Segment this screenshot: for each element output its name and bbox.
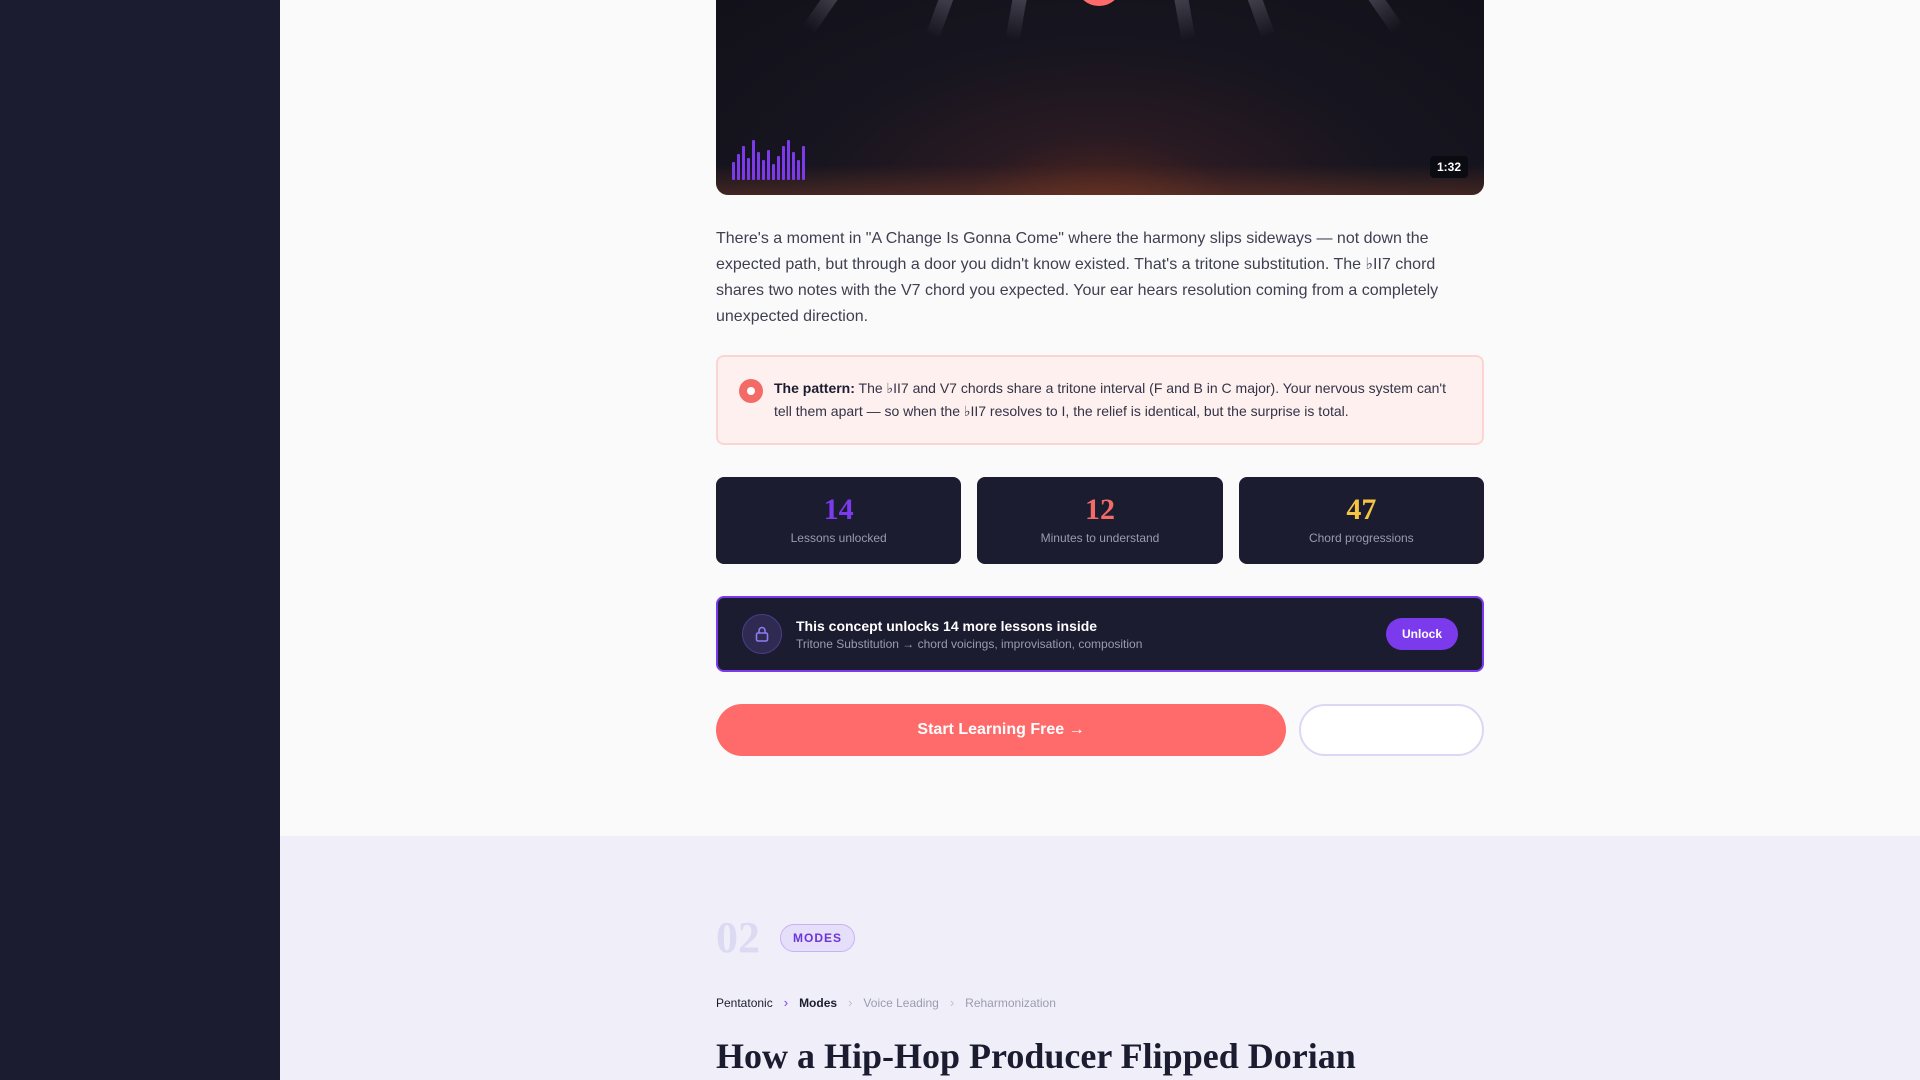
waveform-bar <box>767 150 770 180</box>
stat-card-progressions: 47 Chord progressions <box>1238 477 1484 564</box>
pattern-callout: The pattern: The ♭II7 and V7 chords shar… <box>716 355 1484 445</box>
waveform-bar <box>792 152 795 180</box>
waveform-bar <box>742 146 745 180</box>
waveform-bar <box>752 140 755 180</box>
chevron-right-icon: › <box>848 995 853 1010</box>
stat-label: Lessons unlocked <box>790 531 887 545</box>
stage-glow <box>716 165 1484 195</box>
stage-light-beam <box>1241 0 1276 39</box>
chevron-right-icon: › <box>783 995 789 1010</box>
waveform-bar <box>757 152 760 180</box>
callout-body: The ♭II7 and V7 chords share a tritone i… <box>774 380 1446 419</box>
waveform-bar <box>747 158 750 180</box>
section-number: 02 <box>716 913 760 962</box>
stat-value: 14 <box>823 493 854 526</box>
breadcrumb-item-pentatonic[interactable]: Pentatonic <box>716 996 773 1010</box>
waveform-bar <box>802 146 805 180</box>
stat-card-minutes: 12 Minutes to understand <box>977 477 1223 564</box>
cta-row: Start Learning Free → <box>716 704 1484 756</box>
section-badge: MODES <box>780 924 856 952</box>
waveform-bar <box>737 154 740 180</box>
chevron-right-icon: › <box>949 995 955 1010</box>
secondary-cta-button[interactable] <box>1299 704 1484 756</box>
waveform-bar <box>732 162 735 180</box>
section-title: How a Hip-Hop Producer Flipped Dorian <box>716 1036 1356 1076</box>
stage-light-beam <box>925 0 960 39</box>
unlock-banner: This concept unlocks 14 more lessons ins… <box>716 596 1484 672</box>
info-icon <box>739 379 763 403</box>
sidebar <box>0 0 280 1080</box>
start-learning-button[interactable]: Start Learning Free → <box>716 704 1286 756</box>
waveform-bar <box>787 140 790 180</box>
stat-label: Chord progressions <box>1308 531 1414 545</box>
waveform-bar <box>797 160 800 180</box>
video-duration: 1:32 <box>1429 156 1468 178</box>
breadcrumb-item-reharmonization[interactable]: Reharmonization <box>965 996 1056 1010</box>
waveform-bar <box>782 146 785 180</box>
waveform-bar <box>762 160 765 180</box>
stage-light-beam <box>1357 0 1404 34</box>
main-content: 1:32 There's a moment in "A Change Is Go… <box>280 0 1920 1080</box>
audio-waveform <box>732 138 805 180</box>
waveform-bar <box>772 164 775 180</box>
section-header: 02 MODES <box>716 913 1484 962</box>
stats-row: 14 Lessons unlocked 12 Minutes to unders… <box>716 477 1484 564</box>
breadcrumb-item-modes[interactable]: Modes <box>799 996 837 1010</box>
unlock-subtitle: Tritone Substitution → chord voicings, i… <box>796 637 1143 651</box>
unlock-title: This concept unlocks 14 more lessons ins… <box>796 618 1098 634</box>
video-player[interactable]: 1:32 <box>716 0 1484 195</box>
stage-light-beam <box>1005 0 1030 41</box>
breadcrumb-item-voice-leading[interactable]: Voice Leading <box>863 996 938 1010</box>
breadcrumb: Pentatonic › Modes › Voice Leading › Reh… <box>716 995 1484 1010</box>
lesson-body-text: There's a moment in "A Change Is Gonna C… <box>716 230 1439 325</box>
waveform-bar <box>777 156 780 180</box>
stage-light-beam <box>1171 0 1196 41</box>
stat-value: 47 <box>1346 493 1377 526</box>
callout-text: The pattern: The ♭II7 and V7 chords shar… <box>774 377 1462 423</box>
callout-label: The pattern: <box>774 380 855 396</box>
play-button[interactable] <box>1077 0 1121 6</box>
lock-icon <box>742 614 782 654</box>
stage-light-beam <box>802 0 849 34</box>
stat-card-lessons: 14 Lessons unlocked <box>716 477 962 564</box>
stat-label: Minutes to understand <box>1040 531 1160 545</box>
unlock-button[interactable]: Unlock <box>1386 618 1458 650</box>
stat-value: 12 <box>1084 493 1115 526</box>
